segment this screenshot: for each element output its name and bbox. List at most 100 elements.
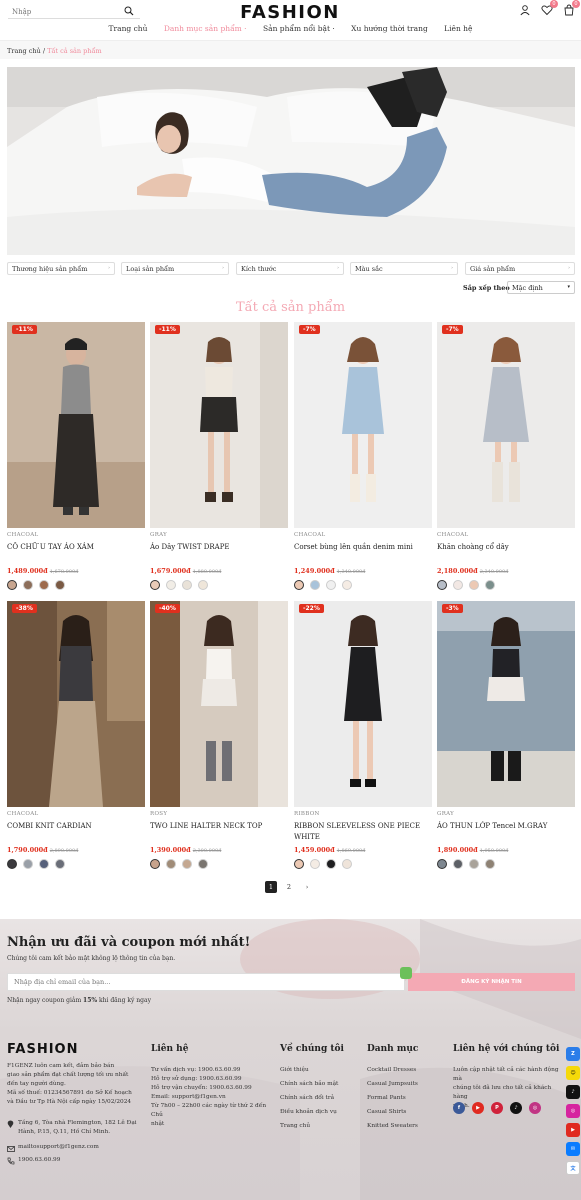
product-image[interactable]: -7% [294, 322, 432, 528]
product-name[interactable]: Áo Dây TWIST DRAPE [150, 542, 288, 564]
product-image[interactable]: -7% [437, 322, 575, 528]
swatch[interactable] [485, 859, 495, 869]
swatch[interactable] [469, 859, 479, 869]
swatch[interactable] [182, 859, 192, 869]
product-image[interactable]: -40% [150, 601, 288, 807]
instagram-float-icon[interactable]: ◎ [566, 1104, 580, 1118]
product-card[interactable]: -40% ROSY TWO LINE HALTER NECK TOP 1,390… [150, 601, 288, 869]
product-image[interactable]: -11% [150, 322, 288, 528]
product-card[interactable]: -11% GRAY Áo Dây TWIST DRAPE 1,679.000đ 1… [150, 322, 288, 590]
product-card[interactable]: -38% CHACOAL COMBI KNIT CARDIAN 1,790.00… [7, 601, 145, 869]
footer-link-about[interactable]: Giới thiệu [280, 1067, 309, 1073]
product-name[interactable]: Corset bùng lên quần denim mini [294, 542, 432, 564]
product-card[interactable]: -7% CHACOAL Khăn choàng cổ dây 2,180.000… [437, 322, 575, 590]
product-card[interactable]: -11% CHACOAL CÔ CHỮ U TAY ÁO XÁM 1,489.0… [7, 322, 145, 590]
swatch[interactable] [310, 580, 320, 590]
swatch[interactable] [294, 580, 304, 590]
swatch[interactable] [39, 580, 49, 590]
swatch[interactable] [182, 580, 192, 590]
swatch[interactable] [7, 859, 17, 869]
product-name[interactable]: CÔ CHỮ U TAY ÁO XÁM [7, 542, 145, 564]
swatch[interactable] [485, 580, 495, 590]
swatch[interactable] [23, 859, 33, 869]
footer-link-category[interactable]: Formal Pants [367, 1095, 406, 1101]
swatch[interactable] [55, 580, 65, 590]
footer-logo[interactable]: FASHION [7, 1042, 78, 1057]
swatch[interactable] [342, 859, 352, 869]
zalo-icon[interactable]: Z [566, 1047, 580, 1061]
swatch[interactable] [326, 580, 336, 590]
cart-icon[interactable]: 0 [563, 0, 580, 16]
footer-link-privacy[interactable]: Chính sách bảo mật [280, 1081, 338, 1087]
snapchat-icon[interactable]: ☺ [566, 1066, 580, 1080]
page-2-button[interactable]: 2 [283, 881, 295, 893]
footer-link-category[interactable]: Casual Jumpsuits [367, 1081, 418, 1087]
swatch[interactable] [150, 859, 160, 869]
swatch[interactable] [198, 859, 208, 869]
pinterest-icon[interactable]: P [491, 1102, 503, 1114]
swatch[interactable] [55, 859, 65, 869]
footer-link-returns[interactable]: Chính sách đổi trả [280, 1095, 334, 1101]
footer-link-category[interactable]: Cocktail Dresses [367, 1067, 416, 1073]
facebook-icon[interactable]: f [453, 1102, 465, 1114]
page-1-button[interactable]: 1 [265, 881, 277, 893]
swatch[interactable] [7, 580, 17, 590]
footer-email[interactable]: mailtosupport@f1genz.com [18, 1143, 99, 1152]
product-image[interactable]: -3% [437, 601, 575, 807]
messenger-icon[interactable]: ✉ [566, 1142, 580, 1156]
nav-item-categories[interactable]: Danh mục sản phẩm · [164, 24, 247, 33]
swatch[interactable] [453, 580, 463, 590]
product-name[interactable]: RIBBON SLEEVELESS ONE PIECE WHITE [294, 821, 432, 843]
filter-type[interactable]: Loại sản phẩm › [121, 262, 229, 275]
product-name[interactable]: ÁO THUN LỚP Tencel M.GRAY [437, 821, 575, 843]
swatch[interactable] [453, 859, 463, 869]
filter-brand[interactable]: Thương hiệu sản phẩm › [7, 262, 115, 275]
swatch[interactable] [39, 859, 49, 869]
swatch[interactable] [469, 580, 479, 590]
subscribe-button[interactable]: ĐĂNG KÝ NHẬN TIN [408, 973, 575, 991]
nav-item-home[interactable]: Trang chủ [109, 24, 148, 33]
product-image[interactable]: -11% [7, 322, 145, 528]
user-icon[interactable] [519, 4, 531, 16]
nav-item-featured[interactable]: Sản phẩm nổi bật · [263, 24, 335, 33]
nav-item-contact[interactable]: Liên hệ [444, 24, 472, 33]
swatch[interactable] [342, 580, 352, 590]
swatch[interactable] [166, 580, 176, 590]
swatch[interactable] [166, 859, 176, 869]
filter-price[interactable]: Giá sản phẩm › [465, 262, 575, 275]
product-image[interactable]: -22% [294, 601, 432, 807]
wishlist-heart-icon[interactable]: 0 [541, 0, 558, 16]
product-card[interactable]: -7% CHACOAL Corset bùng lên quần denim m… [294, 322, 432, 590]
swatch[interactable] [326, 859, 336, 869]
chat-icon[interactable] [400, 967, 412, 979]
swatch[interactable] [198, 580, 208, 590]
swatch[interactable] [310, 859, 320, 869]
swatch[interactable] [437, 859, 447, 869]
site-logo[interactable]: FASHION [240, 2, 340, 23]
nav-item-trends[interactable]: Xu hướng thời trang [351, 24, 428, 33]
footer-phone[interactable]: 1900.63.60.99 [18, 1156, 60, 1165]
product-name[interactable]: TWO LINE HALTER NECK TOP [150, 821, 288, 843]
youtube-float-icon[interactable]: ▶ [566, 1123, 580, 1137]
translate-icon[interactable]: 文 [566, 1161, 580, 1175]
product-name[interactable]: Khăn choàng cổ dây [437, 542, 575, 564]
search-input[interactable] [8, 5, 118, 19]
filter-color[interactable]: Màu sắc › [350, 262, 458, 275]
footer-link-category[interactable]: Casual Shirts [367, 1109, 406, 1115]
sort-select[interactable]: Mặc định ▾ [507, 281, 575, 294]
swatch[interactable] [437, 580, 447, 590]
swatch[interactable] [23, 580, 33, 590]
next-page-button[interactable]: › [301, 881, 313, 893]
filter-size[interactable]: Kích thước › [236, 262, 344, 275]
footer-link-category[interactable]: Knitted Sweaters [367, 1123, 418, 1129]
tiktok-icon[interactable]: ♪ [510, 1102, 522, 1114]
swatch[interactable] [150, 580, 160, 590]
instagram-icon[interactable]: ◎ [529, 1102, 541, 1114]
swatch[interactable] [294, 859, 304, 869]
product-name[interactable]: COMBI KNIT CARDIAN [7, 821, 145, 843]
footer-link-terms[interactable]: Điều khoản dịch vụ [280, 1109, 337, 1115]
footer-link-home[interactable]: Trang chủ [280, 1123, 310, 1129]
product-image[interactable]: -38% [7, 601, 145, 807]
tiktok-float-icon[interactable]: ♪ [566, 1085, 580, 1099]
youtube-icon[interactable]: ▶ [472, 1102, 484, 1114]
